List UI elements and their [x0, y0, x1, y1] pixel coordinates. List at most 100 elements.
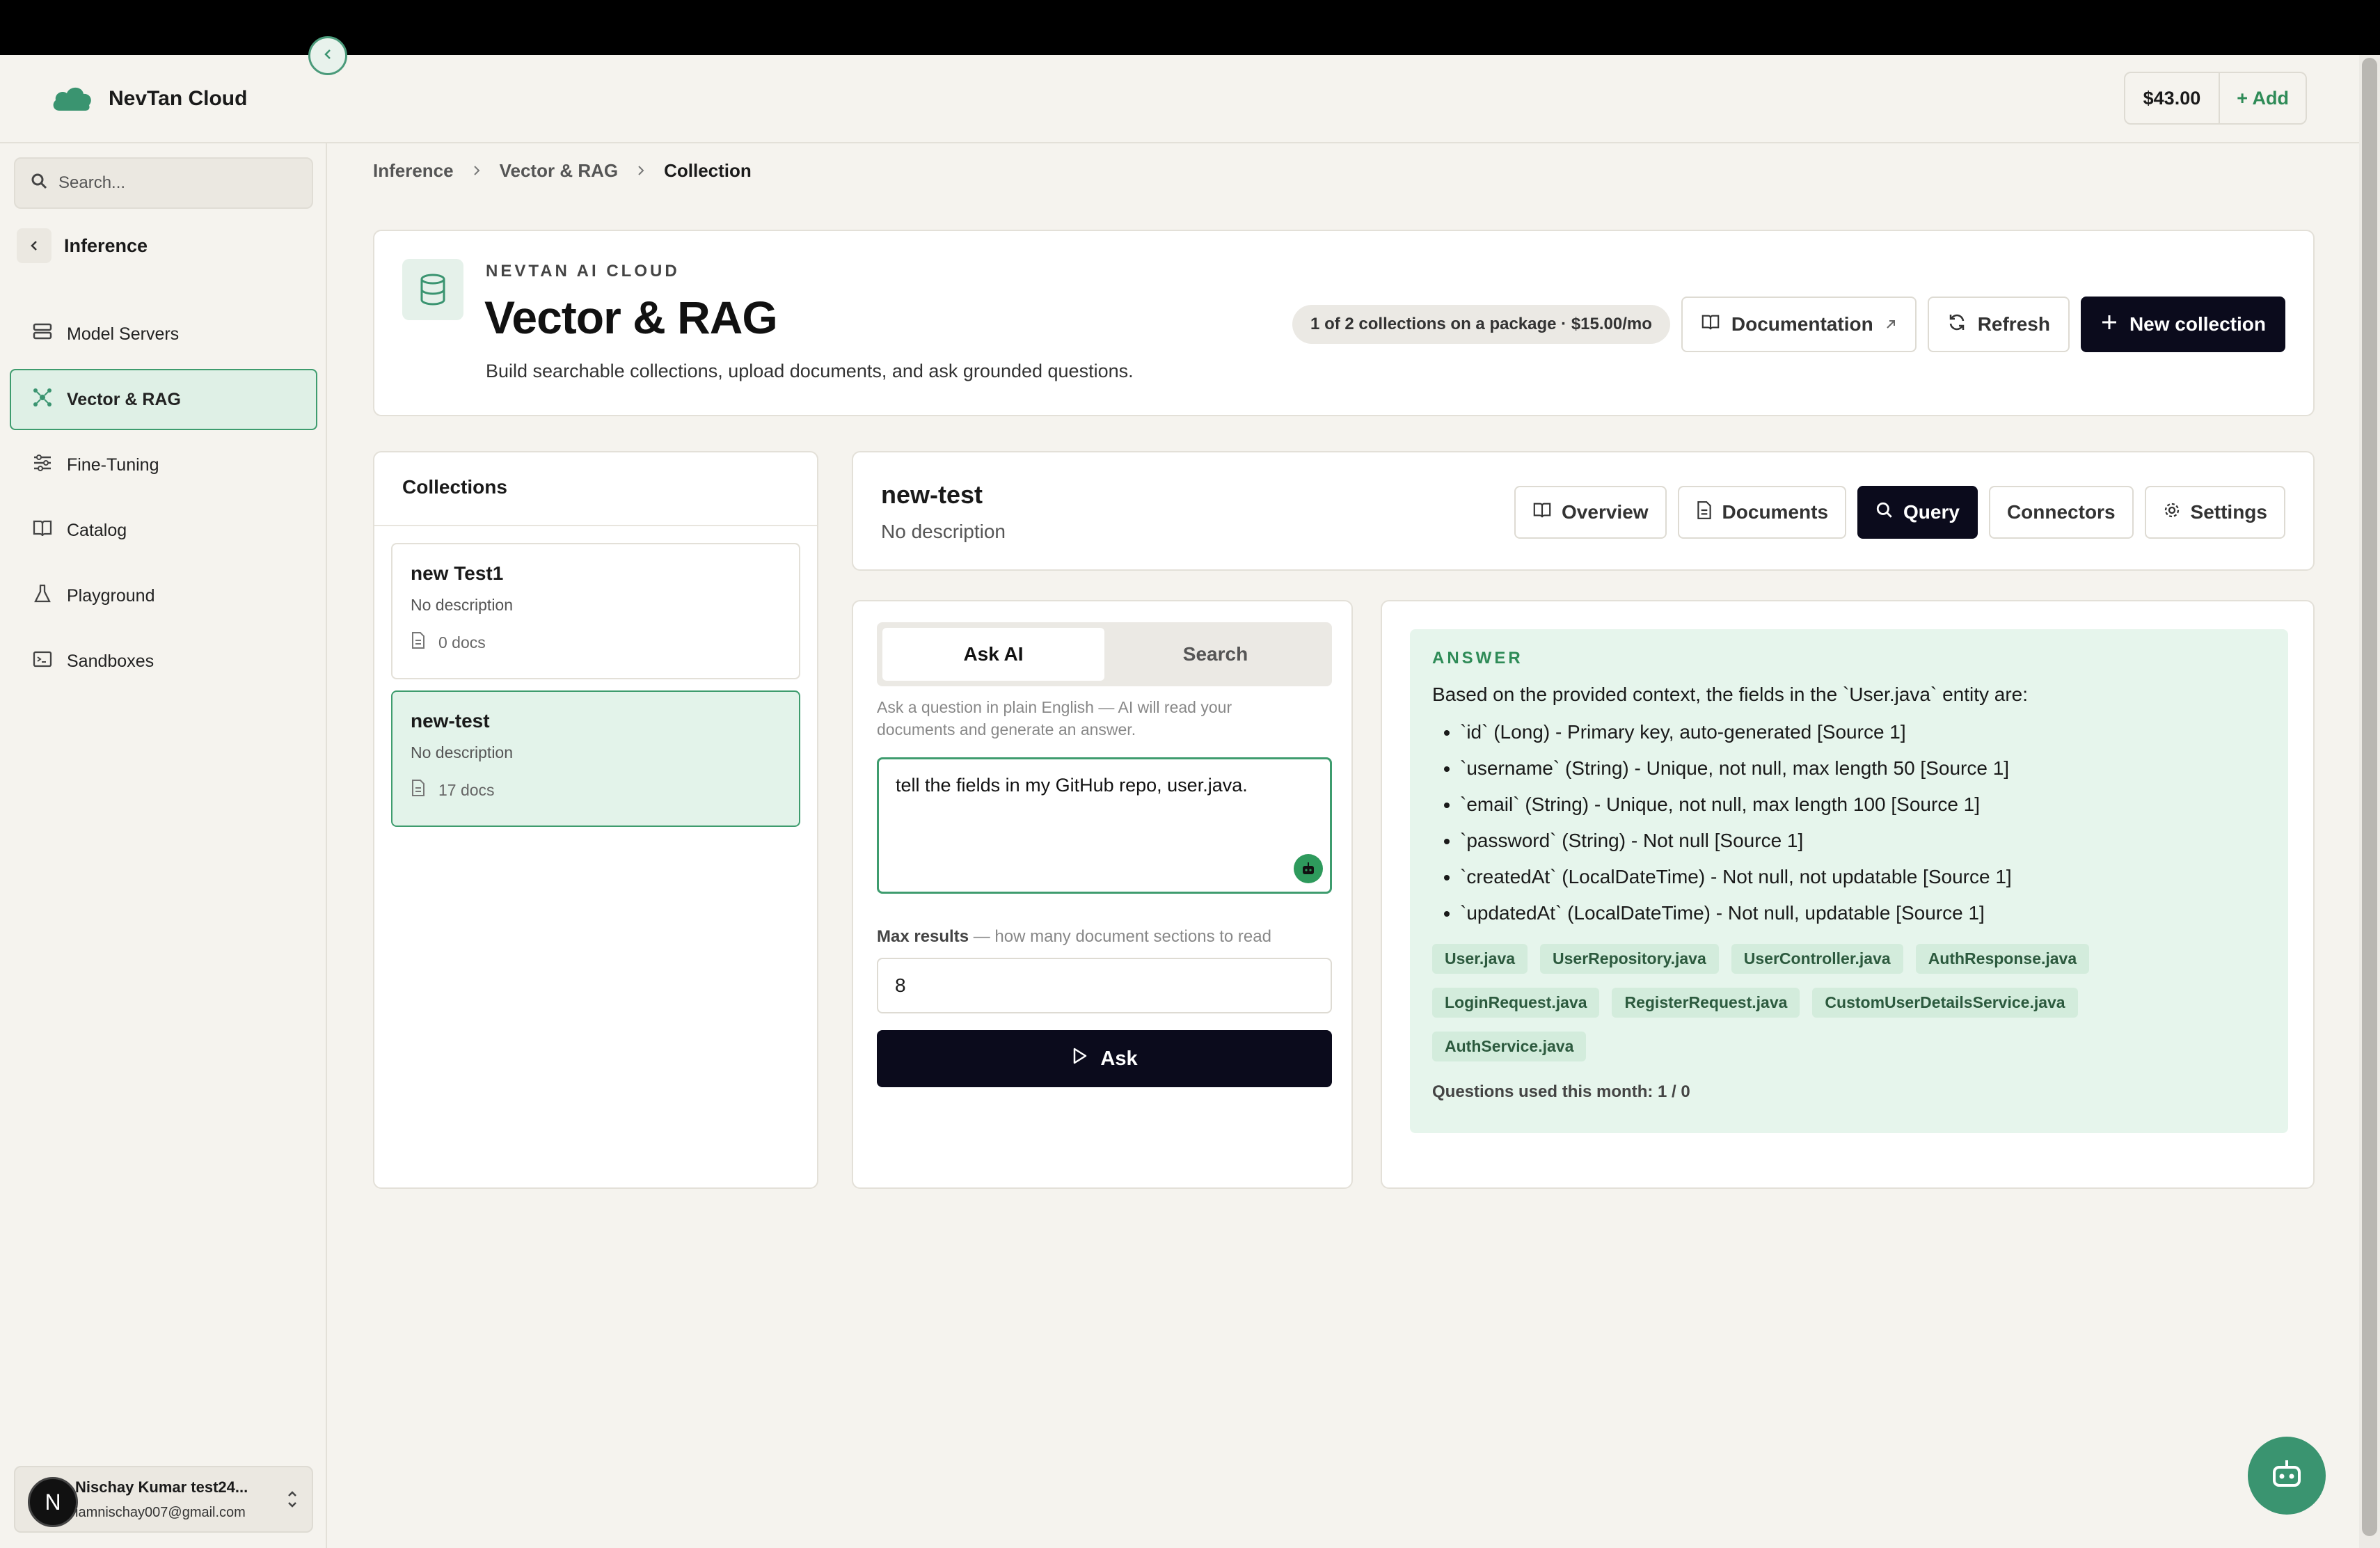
refresh-button[interactable]: Refresh: [1927, 297, 2070, 352]
collection-header: new-test No description Overview Documen…: [852, 451, 2315, 571]
breadcrumb-inference[interactable]: Inference: [373, 160, 454, 182]
breadcrumb-collection: Collection: [664, 160, 752, 181]
collection-description: No description: [411, 743, 514, 761]
tab-settings[interactable]: Settings: [2144, 486, 2285, 539]
assistant-chat-button[interactable]: [2248, 1437, 2326, 1515]
tab-connectors[interactable]: Connectors: [1988, 486, 2134, 539]
breadcrumb: Inference Vector & RAG Collection: [373, 160, 752, 182]
document-icon: [1696, 500, 1713, 525]
hero-actions: 1 of 2 collections on a package · $15.00…: [1292, 297, 2285, 352]
tab-label: Documents: [1722, 501, 1829, 523]
chevron-up-down-icon: [285, 1487, 299, 1515]
breadcrumb-vector-rag[interactable]: Vector & RAG: [500, 160, 619, 182]
source-tag[interactable]: User.java: [1432, 944, 1528, 974]
doc-count-label: 17 docs: [438, 780, 495, 799]
sidebar-item-model-servers[interactable]: Model Servers: [10, 303, 317, 365]
collection-item-new-test1[interactable]: new Test1 No description 0 docs: [391, 543, 800, 679]
add-credit-button[interactable]: + Add: [2220, 73, 2306, 123]
flask-icon: [32, 583, 53, 609]
tab-label: Settings: [2190, 501, 2267, 523]
page-hero: NEVTAN AI CLOUD Vector & RAG Build searc…: [373, 230, 2315, 416]
source-tag[interactable]: UserController.java: [1731, 944, 1903, 974]
user-menu[interactable]: N Nischay Kumar test24... iamnischay007@…: [14, 1466, 313, 1533]
user-email: iamnischay007@gmail.com: [75, 1505, 246, 1520]
collection-item-new-test[interactable]: new-test No description 17 docs: [391, 690, 800, 827]
search-mode-button[interactable]: Search: [1104, 628, 1326, 681]
sidebar-item-label: Fine-Tuning: [67, 455, 159, 475]
search-icon: [31, 173, 47, 194]
list-item: `password` (String) - Not null [Source 1…: [1460, 830, 2266, 852]
list-item: `updatedAt` (LocalDateTime) - Not null, …: [1460, 902, 2266, 924]
brand[interactable]: NevTan Cloud: [50, 81, 247, 116]
source-tag[interactable]: UserRepository.java: [1540, 944, 1719, 974]
query-mode-toggle: Ask AI Search: [877, 622, 1332, 686]
doc-count-label: 0 docs: [438, 633, 486, 651]
list-item: `email` (String) - Unique, not null, max…: [1460, 793, 2266, 816]
ask-button[interactable]: Ask: [877, 1030, 1332, 1087]
source-tag[interactable]: CustomUserDetailsService.java: [1812, 988, 2078, 1018]
terminal-icon: [32, 649, 53, 674]
query-help-text: Ask a question in plain English — AI wil…: [877, 698, 1232, 739]
collapse-sidebar-button[interactable]: [308, 36, 347, 75]
max-results-input[interactable]: 8: [877, 958, 1332, 1013]
chevron-left-icon: [17, 228, 51, 263]
section-label: Inference: [64, 235, 148, 256]
collection-title: new-test: [881, 480, 983, 509]
refresh-icon: [1947, 313, 1967, 337]
sidebar-item-vector-rag[interactable]: Vector & RAG: [10, 369, 317, 430]
answer-panel: ANSWER Based on the provided context, th…: [1381, 600, 2315, 1189]
server-icon: [32, 322, 53, 347]
robot-icon: [1294, 854, 1323, 883]
tab-overview[interactable]: Overview: [1514, 486, 1667, 539]
answer-intro: Based on the provided context, the field…: [1432, 684, 2029, 705]
refresh-label: Refresh: [1977, 313, 2050, 335]
back-to-inference[interactable]: Inference: [17, 228, 148, 263]
collection-doc-count: 17 docs: [411, 779, 781, 801]
source-tag[interactable]: LoginRequest.java: [1432, 988, 1600, 1018]
document-icon: [411, 779, 426, 801]
sidebar-item-playground[interactable]: Playground: [10, 565, 317, 626]
source-tag[interactable]: AuthResponse.java: [1915, 944, 2090, 974]
sidebar-item-label: Sandboxes: [67, 651, 154, 671]
search-input[interactable]: Search...: [14, 157, 313, 209]
scrollbar-thumb[interactable]: [2362, 58, 2377, 1536]
avatar: N: [28, 1477, 78, 1527]
collections-title: Collections: [374, 452, 817, 526]
max-results-title: Max results: [877, 927, 969, 946]
answer-field-list: `id` (Long) - Primary key, auto-generate…: [1432, 721, 2266, 924]
play-icon: [1071, 1047, 1088, 1071]
tab-query[interactable]: Query: [1857, 486, 1978, 539]
new-collection-label: New collection: [2129, 313, 2266, 335]
usage-text: Questions used this month: 1 / 0: [1432, 1082, 1690, 1101]
network-icon: [32, 387, 53, 413]
sidebar-item-catalog[interactable]: Catalog: [10, 500, 317, 561]
user-name: Nischay Kumar test24...: [75, 1478, 248, 1496]
documentation-button[interactable]: Documentation: [1681, 297, 1917, 352]
max-results-label: Max results — how many document sections…: [877, 927, 1271, 947]
hero-kicker: NEVTAN AI CLOUD: [486, 262, 680, 281]
sidebar-item-label: Model Servers: [67, 324, 180, 344]
page-scrollbar[interactable]: [2359, 55, 2380, 1548]
source-tag[interactable]: AuthService.java: [1432, 1032, 1587, 1061]
new-collection-button[interactable]: New collection: [2080, 297, 2285, 352]
sidebar: Search... Inference Model Servers Vector…: [0, 143, 327, 1548]
collection-doc-count: 0 docs: [411, 631, 781, 654]
page-description: Build searchable collections, upload doc…: [486, 361, 1134, 381]
question-textarea[interactable]: tell the fields in my GitHub repo, user.…: [877, 757, 1332, 894]
ask-label: Ask: [1100, 1047, 1138, 1070]
source-tag[interactable]: RegisterRequest.java: [1612, 988, 1800, 1018]
chevron-left-icon: [322, 48, 334, 64]
os-top-bar: [0, 0, 2380, 55]
sidebar-item-sandboxes[interactable]: Sandboxes: [10, 631, 317, 692]
tab-label: Connectors: [2006, 501, 2116, 523]
sidebar-item-label: Catalog: [67, 520, 127, 540]
document-icon: [411, 631, 426, 654]
gear-icon: [2163, 501, 2181, 524]
app-header: NevTan Cloud $43.00 + Add: [0, 55, 2359, 143]
ask-ai-mode-button[interactable]: Ask AI: [882, 628, 1104, 681]
list-item: `username` (String) - Unique, not null, …: [1460, 757, 2266, 780]
tab-label: Overview: [1562, 501, 1649, 523]
sidebar-item-fine-tuning[interactable]: Fine-Tuning: [10, 434, 317, 496]
collection-description: No description: [881, 521, 1006, 542]
tab-documents[interactable]: Documents: [1677, 486, 1847, 539]
